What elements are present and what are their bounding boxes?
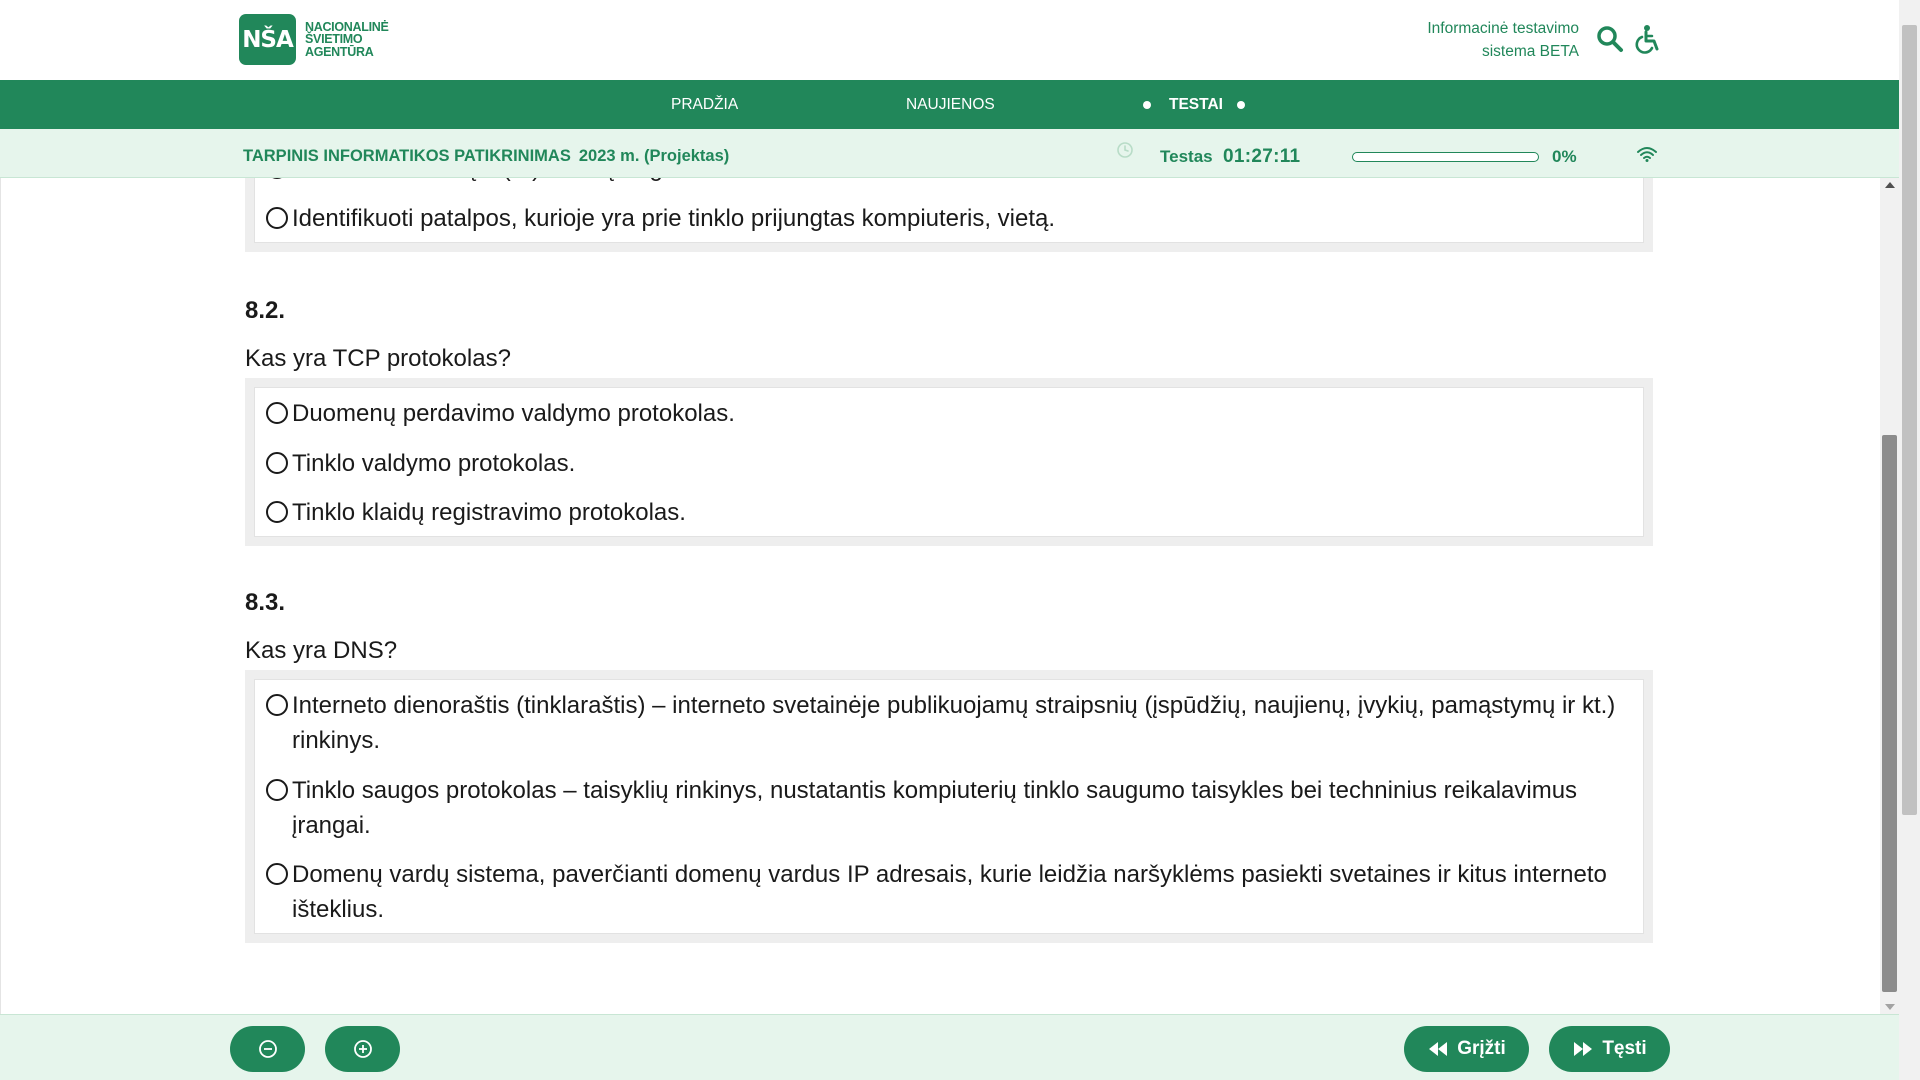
logo-line-3: agentūra <box>305 44 374 59</box>
answer-option-label: Tinklo klaidų registravimo protokolas. <box>292 499 686 526</box>
answer-options: Interneto dienoraštis (tinklaraštis) – i… <box>254 679 1644 934</box>
zoom-in-button[interactable] <box>325 1026 400 1072</box>
radio-button[interactable] <box>266 206 288 229</box>
radio-button[interactable] <box>266 178 288 179</box>
back-button-label: Grįžti <box>1457 1038 1506 1059</box>
scroll-down-arrow-icon[interactable] <box>1885 1004 1895 1010</box>
next-button[interactable]: Tęsti <box>1549 1026 1670 1072</box>
test-name: TARPINIS INFORMATIKOS PATIKRINIMAS <box>243 147 571 165</box>
rewind-icon <box>1427 1040 1449 1058</box>
scroll-up-arrow-icon[interactable] <box>1885 182 1895 188</box>
clock-icon <box>1116 141 1134 159</box>
answer-option[interactable]: Interneto dienoraštis (tinklaraštis) – i… <box>266 688 1635 758</box>
back-button[interactable]: Grįžti <box>1404 1026 1529 1072</box>
nav-item-pradzia[interactable]: PRADŽIA <box>671 80 738 129</box>
answer-option-label: Interneto dienoraštis (tinklaraštis) – i… <box>292 692 1616 754</box>
zoom-in-icon <box>353 1039 373 1059</box>
test-title: TARPINIS INFORMATIKOS PATIKRINIMAS 2023 m… <box>243 129 729 184</box>
system-name: Informacinė testavimo sistema BETA <box>1359 17 1579 63</box>
radio-button[interactable] <box>266 501 288 523</box>
answer-options: Identifikuoti tinklą ir (ar) tinklo įren… <box>254 178 1644 243</box>
footer-bar: Grįžti Tęsti <box>0 1014 1899 1080</box>
question-number: 8.3. <box>245 589 286 616</box>
timer-value: 01:27:11 <box>1223 146 1301 167</box>
answer-option[interactable]: Tinklo valdymo protokolas. <box>266 446 1635 481</box>
test-info-bar: TARPINIS INFORMATIKOS PATIKRINIMAS 2023 m… <box>0 129 1899 178</box>
progress-bar <box>1352 152 1539 162</box>
answer-option-label: Identifikuoti patalpos, kurioje yra prie… <box>292 204 1056 232</box>
page-scrollbar-thumb[interactable] <box>1902 25 1917 815</box>
test-year: 2023 m. (Projektas) <box>578 147 730 165</box>
answer-option[interactable]: Domenų vardų sistema, paverčianti domenų… <box>266 857 1635 927</box>
radio-button[interactable] <box>266 863 288 885</box>
logo-mark: NŠA <box>239 14 296 65</box>
logo-line-2: švietimo <box>305 32 363 47</box>
answer-option-label: Identifikuoti tinklą ir (ar) tinklo įren… <box>292 178 719 186</box>
system-name-line-1: Informacinė testavimo <box>1427 20 1579 37</box>
zoom-out-icon <box>258 1039 278 1059</box>
nav-item-testai[interactable]: TESTAI <box>1169 80 1223 129</box>
nav-active-dot-left <box>1143 101 1151 109</box>
answer-box: Identifikuoti tinklą ir (ar) tinklo įren… <box>245 178 1653 252</box>
answer-box: Interneto dienoraštis (tinklaraštis) – i… <box>245 670 1653 943</box>
radio-button[interactable] <box>266 778 288 801</box>
answer-option[interactable]: Tinklo saugos protokolas – taisyklių rin… <box>266 773 1635 843</box>
logo-text: Nacionalinė švietimo agentūra <box>305 21 389 59</box>
radio-button[interactable] <box>266 694 288 716</box>
nsa-logo[interactable]: NŠA Nacionalinė švietimo agentūra <box>239 14 389 65</box>
content-scrollbar[interactable] <box>1880 178 1899 1014</box>
answer-option[interactable]: Tinklo klaidų registravimo protokolas. <box>266 495 1635 530</box>
header: NŠA Nacionalinė švietimo agentūra Inform… <box>0 0 1899 80</box>
main-nav: PRADŽIA NAUJIENOS TESTAI <box>0 80 1899 129</box>
question-content: Identifikuoti tinklą ir (ar) tinklo įren… <box>0 178 1899 1014</box>
answer-option-label: Tinklo saugos protokolas – taisyklių rin… <box>292 776 1578 839</box>
question-number: 8.2. <box>245 297 286 324</box>
question-text: Kas yra DNS? <box>245 637 398 664</box>
nav-active-dot-right <box>1237 101 1245 109</box>
timer-label: Testas <box>1160 147 1213 166</box>
answer-option[interactable]: Duomenų perdavimo valdymo protokolas. <box>266 396 1635 431</box>
scrollbar-thumb[interactable] <box>1882 435 1897 992</box>
nav-item-naujienos[interactable]: NAUJIENOS <box>906 80 995 129</box>
radio-button[interactable] <box>266 402 288 424</box>
answer-box: Duomenų perdavimo valdymo protokolas. Ti… <box>245 378 1653 546</box>
wifi-icon <box>1636 145 1658 163</box>
zoom-out-button[interactable] <box>230 1026 305 1072</box>
progress-percent: 0% <box>1552 147 1577 166</box>
page: NŠA Nacionalinė švietimo agentūra Inform… <box>0 0 1920 1080</box>
system-name-line-2: sistema BETA <box>1481 43 1579 60</box>
search-icon[interactable] <box>1595 24 1625 54</box>
question-text: Kas yra TCP protokolas? <box>245 345 511 372</box>
answer-option[interactable]: Identifikuoti tinklą ir (ar) tinklo įren… <box>266 178 1635 186</box>
answer-option-label: Duomenų perdavimo valdymo protokolas. <box>292 400 735 427</box>
answer-option[interactable]: Identifikuoti patalpos, kurioje yra prie… <box>266 201 1635 236</box>
answer-option-label: Domenų vardų sistema, paverčianti domenų… <box>292 861 1607 923</box>
answer-options: Duomenų perdavimo valdymo protokolas. Ti… <box>254 387 1644 537</box>
answer-option-label: Tinklo valdymo protokolas. <box>292 449 576 477</box>
fast-forward-icon <box>1572 1040 1594 1058</box>
accessibility-icon[interactable] <box>1633 24 1663 54</box>
next-button-label: Tęsti <box>1602 1038 1647 1059</box>
radio-button[interactable] <box>266 451 288 474</box>
page-scrollbar[interactable] <box>1899 0 1920 1080</box>
